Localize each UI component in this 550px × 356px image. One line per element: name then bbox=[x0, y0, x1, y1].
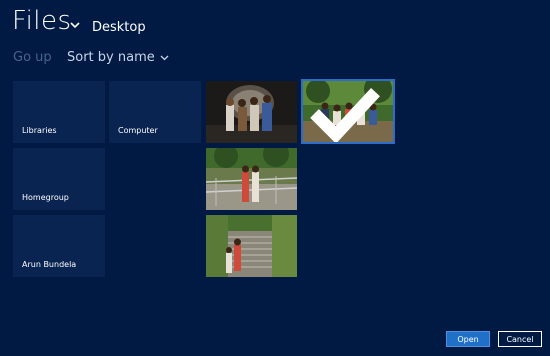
current-location: Desktop bbox=[92, 20, 146, 35]
folder-tile-computer[interactable]: Computer bbox=[109, 81, 201, 143]
page-title: Files bbox=[12, 6, 72, 36]
chevron-down-icon[interactable] bbox=[68, 18, 82, 32]
photo-tile-outdoor[interactable] bbox=[301, 79, 395, 144]
photo-image bbox=[206, 215, 297, 277]
photo-image bbox=[206, 148, 297, 210]
folder-label: Arun Bundela bbox=[22, 260, 77, 269]
folder-tile-libraries[interactable]: Libraries bbox=[13, 81, 105, 143]
photo-tile-stone-stairs[interactable] bbox=[206, 215, 297, 277]
photo-image bbox=[206, 81, 297, 143]
checkmark-icon bbox=[310, 87, 380, 142]
folder-tile-user[interactable]: Arun Bundela bbox=[13, 215, 105, 277]
folder-label: Homegroup bbox=[22, 193, 69, 202]
sort-dropdown[interactable]: Sort by name bbox=[67, 50, 170, 65]
photo-tile-stairs-railing[interactable] bbox=[206, 148, 297, 210]
open-button[interactable]: Open bbox=[446, 331, 490, 347]
cancel-button[interactable]: Cancel bbox=[498, 331, 542, 347]
folder-label: Libraries bbox=[22, 126, 57, 135]
folder-label: Computer bbox=[118, 126, 158, 135]
chevron-down-icon bbox=[160, 55, 169, 61]
go-up-button[interactable]: Go up bbox=[13, 50, 52, 65]
photo-tile-indoor[interactable] bbox=[206, 81, 297, 143]
folder-tile-homegroup[interactable]: Homegroup bbox=[13, 148, 105, 210]
sort-label: Sort by name bbox=[67, 50, 155, 65]
